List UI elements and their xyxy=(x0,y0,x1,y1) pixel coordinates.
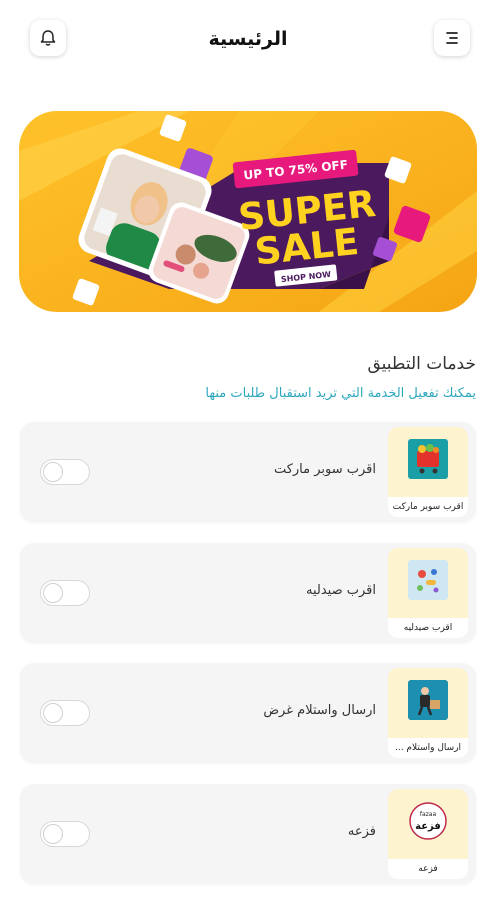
delivery-toggle[interactable] xyxy=(40,700,90,726)
service-card-supermarket: اقرب سوبر ماركت اقرب سوبر ماركت xyxy=(20,422,476,522)
toggle-knob xyxy=(43,583,63,603)
sale-banner-graphic: UP TO 75% OFF SUPER SALE SHOP NOW xyxy=(19,111,477,312)
fazaa-toggle[interactable] xyxy=(40,821,90,847)
service-card-fazaa: fazaa فزعة فزعه فزعه xyxy=(20,784,476,884)
service-thumbnail: fazaa فزعة فزعه xyxy=(388,789,468,879)
service-thumbnail: اقرب سوبر ماركت xyxy=(388,427,468,517)
app-header: الرئيسية xyxy=(0,0,496,80)
thumbnail-caption: اقرب سوبر ماركت xyxy=(388,497,468,517)
service-card-delivery: ارسال واستلام ... ارسال واستلام غرض xyxy=(20,663,476,763)
thumbnail-caption: اقرب صيدليه xyxy=(388,618,468,638)
services-subtitle: يمكنك تفعيل الخدمة التي تريد استقبال طلب… xyxy=(205,386,476,401)
service-card-pharmacy: اقرب صيدليه اقرب صيدليه xyxy=(20,543,476,643)
supermarket-cart-icon xyxy=(408,439,448,479)
toggle-knob xyxy=(43,703,63,723)
toggle-knob xyxy=(43,462,63,482)
thumbnail-caption: ارسال واستلام ... xyxy=(388,738,468,758)
menu-icon xyxy=(446,32,458,44)
svg-text:fazaa: fazaa xyxy=(420,811,437,818)
service-label: اقرب صيدليه xyxy=(305,583,376,598)
pharmacy-pills-icon xyxy=(408,560,448,600)
pharmacy-toggle[interactable] xyxy=(40,580,90,606)
page-title: الرئيسية xyxy=(208,28,288,50)
supermarket-toggle[interactable] xyxy=(40,459,90,485)
service-label: فزعه xyxy=(347,824,376,839)
toggle-knob xyxy=(43,824,63,844)
service-thumbnail: اقرب صيدليه xyxy=(388,548,468,638)
delivery-courier-icon xyxy=(408,680,448,720)
thumbnail-caption: فزعه xyxy=(388,859,468,879)
service-thumbnail: ارسال واستلام ... xyxy=(388,668,468,758)
service-label: ارسال واستلام غرض xyxy=(263,703,376,718)
fazaa-logo-icon: fazaa فزعة xyxy=(409,802,447,840)
promo-banner[interactable]: UP TO 75% OFF SUPER SALE SHOP NOW xyxy=(19,111,477,312)
services-title: خدمات التطبيق xyxy=(367,354,476,374)
svg-text:فزعة: فزعة xyxy=(415,821,441,832)
service-label: اقرب سوبر ماركت xyxy=(273,462,376,477)
menu-button[interactable] xyxy=(434,20,470,56)
